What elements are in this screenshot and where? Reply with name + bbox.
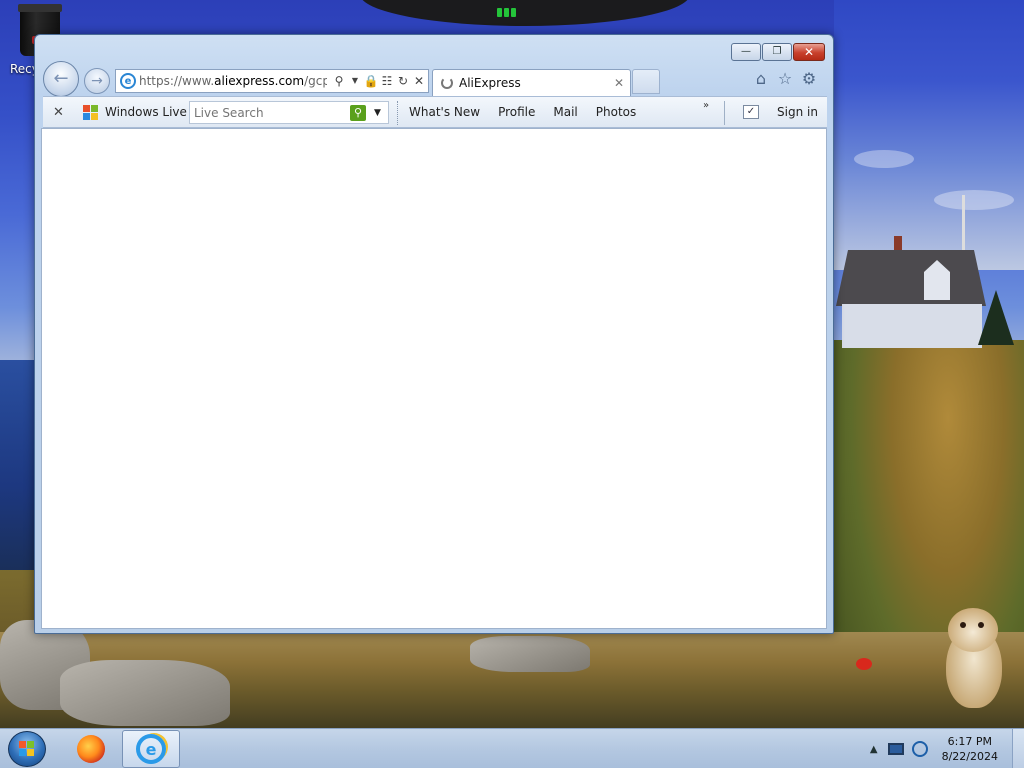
clock[interactable]: 6:17 PM 8/22/2024 (942, 734, 998, 764)
sign-in-link[interactable]: Sign in (777, 105, 818, 119)
url-host: aliexpress.com (214, 74, 305, 88)
wallpaper-house (836, 236, 986, 348)
clock-date: 8/22/2024 (941, 750, 998, 763)
network-icon[interactable] (911, 741, 928, 757)
action-center-icon[interactable] (887, 743, 904, 755)
page-content-area[interactable] (41, 128, 827, 629)
live-search-box: ⚲ ▼ (189, 101, 389, 124)
dock-indicator (497, 6, 527, 18)
browser-tools: ⌂ ☆ ⚙ (749, 71, 821, 87)
stop-icon[interactable]: ✕ (411, 75, 427, 87)
search-icon[interactable]: ⚲ (331, 75, 347, 87)
taskbar-internet-explorer[interactable]: e (122, 730, 180, 768)
close-button[interactable]: ✕ (793, 43, 825, 61)
live-search-input[interactable] (190, 105, 346, 120)
checkmark-icon[interactable]: ✓ (743, 105, 759, 119)
compatibility-view-icon[interactable]: ☷ (379, 75, 395, 87)
forward-button[interactable]: → (84, 68, 110, 94)
firefox-icon (77, 735, 105, 763)
search-go-icon[interactable]: ⚲ (350, 104, 366, 121)
show-hidden-icons-icon[interactable]: ▲ (870, 744, 878, 755)
taskbar-firefox[interactable] (62, 730, 120, 768)
wallpaper-berry (856, 658, 872, 670)
toolbar-links: What's New Profile Mail Photos (409, 105, 654, 119)
lock-icon[interactable]: 🔒 (363, 75, 379, 87)
more-chevron-icon[interactable]: » (703, 100, 709, 111)
windows-live-toolbar: ✕ Windows Live ⚲ ▼ What's New Profile Ma… (43, 96, 827, 128)
minimize-icon: — (741, 46, 751, 57)
home-icon[interactable]: ⌂ (749, 71, 773, 87)
toolbar-close-icon[interactable]: ✕ (53, 105, 64, 120)
windows-flag-icon (19, 741, 35, 757)
link-profile[interactable]: Profile (498, 105, 535, 119)
toolbar-grip (397, 101, 399, 125)
close-icon: ✕ (803, 45, 815, 59)
tab-title: AliExpress (459, 76, 521, 90)
hamster-desktop-pet[interactable] (940, 608, 1006, 708)
system-tray: ▲ 6:17 PM 8/22/2024 (870, 729, 1024, 768)
tab-close-icon[interactable]: ✕ (614, 76, 624, 90)
wallpaper-rock (470, 636, 590, 672)
refresh-icon[interactable]: ↻ (395, 75, 411, 87)
start-button[interactable] (8, 731, 46, 767)
forward-arrow-icon: → (91, 73, 103, 89)
restore-icon: ❐ (772, 46, 782, 57)
back-arrow-icon: ← (53, 68, 69, 89)
link-photos[interactable]: Photos (596, 105, 636, 119)
show-desktop-button[interactable] (1012, 729, 1024, 768)
new-tab-button[interactable] (632, 69, 660, 94)
browser-window: — ❐ ✕ ← → e https://www.aliexpress.com/g… (34, 34, 834, 634)
restore-button[interactable]: ❐ (762, 43, 792, 61)
taskbar: e ▲ 6:17 PM 8/22/2024 (0, 728, 1024, 768)
minimize-button[interactable]: — (731, 43, 761, 61)
window-controls: — ❐ ✕ (730, 43, 825, 61)
link-whats-new[interactable]: What's New (409, 105, 480, 119)
windows-live-logo-icon (83, 105, 99, 121)
url-prefix: https://www. (139, 74, 215, 88)
ie-page-icon: e (120, 73, 136, 89)
tab-aliexpress[interactable]: AliExpress ✕ (432, 69, 631, 96)
loading-icon (441, 77, 453, 89)
clock-time: 6:17 PM (947, 735, 992, 748)
url-path: /gcp/30 (304, 74, 327, 88)
address-url[interactable]: https://www.aliexpress.com/gcp/30 (139, 74, 327, 88)
search-options-dropdown-icon[interactable]: ▼ (374, 108, 381, 118)
dropdown-arrow-icon[interactable]: ▼ (347, 77, 363, 85)
windows-live-button[interactable]: Windows Live (105, 105, 187, 119)
internet-explorer-icon: e (136, 734, 166, 764)
link-mail[interactable]: Mail (553, 105, 577, 119)
address-bar[interactable]: e https://www.aliexpress.com/gcp/30 ⚲ ▼ … (115, 69, 429, 93)
gear-icon[interactable]: ⚙ (797, 71, 821, 87)
toolbar-separator (724, 101, 725, 125)
favorites-star-icon[interactable]: ☆ (773, 71, 797, 87)
back-button[interactable]: ← (43, 61, 79, 97)
wallpaper-sky (834, 0, 1024, 270)
wallpaper-rock (60, 660, 230, 726)
